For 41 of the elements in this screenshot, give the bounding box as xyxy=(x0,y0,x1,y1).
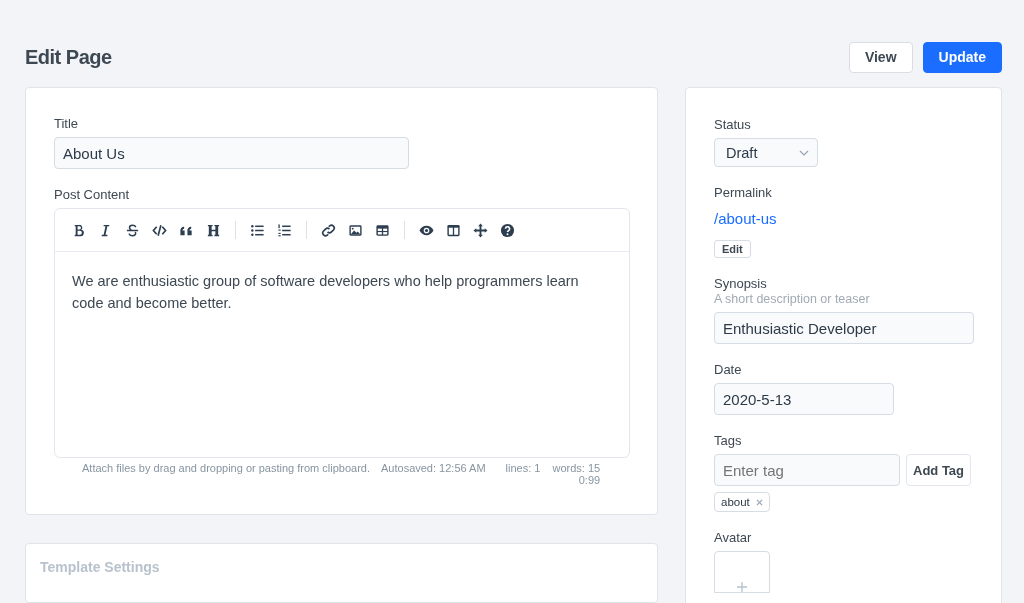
field-label: Tags xyxy=(714,433,742,448)
image-icon[interactable] xyxy=(347,222,364,238)
heading-icon[interactable] xyxy=(205,222,222,238)
section-title: Template Settings xyxy=(40,559,160,575)
bullet-list-icon[interactable] xyxy=(249,222,266,238)
date-field[interactable]: 2020-5-13 xyxy=(714,383,894,415)
field-label: Date xyxy=(714,362,742,377)
field-label: Post Content xyxy=(54,187,131,202)
link-icon[interactable] xyxy=(320,222,337,238)
plus-icon xyxy=(736,582,748,592)
update-button[interactable]: Update xyxy=(922,41,1002,73)
help-icon[interactable] xyxy=(499,222,516,238)
field-hint: A short description or teaser xyxy=(714,292,870,306)
page-title: Edit Page xyxy=(25,45,112,69)
cursor-position: 0:99 xyxy=(578,474,601,486)
field-label: Avatar xyxy=(714,530,752,545)
table-icon[interactable] xyxy=(374,222,391,238)
add-tag-button[interactable]: Add Tag xyxy=(906,454,972,486)
field-label: Title xyxy=(54,116,80,131)
numbered-list-icon[interactable] xyxy=(276,222,293,238)
field-label: Synopsis xyxy=(714,276,767,291)
upload-hint: Attach files by drag and dropping or pasting from clipboard. xyxy=(82,462,370,476)
chevron-down-icon xyxy=(799,149,809,156)
field-label: Status xyxy=(714,117,751,132)
synopsis-field[interactable]: Enthusiastic Developer xyxy=(714,312,974,344)
tag-label: about xyxy=(721,496,750,508)
line-count: lines: 1 xyxy=(505,462,541,476)
status-dropdown[interactable]: Draft xyxy=(714,138,818,167)
edit-button[interactable]: Edit xyxy=(714,240,751,258)
strikethrough-icon[interactable] xyxy=(124,222,141,238)
columns-icon[interactable] xyxy=(445,222,462,238)
word-count: words: 15 xyxy=(552,462,601,474)
tag-field[interactable]: Enter tag xyxy=(714,454,900,486)
view-button[interactable]: View xyxy=(848,41,913,73)
move-icon[interactable] xyxy=(472,222,489,238)
permalink-link[interactable]: /about-us xyxy=(714,210,777,227)
autosave-status: Autosaved: 12:56 AM xyxy=(381,462,486,476)
content-text[interactable]: We are enthusiastic group of software developers who help programmers learn code and become better. xyxy=(72,270,612,314)
field-label: Permalink xyxy=(714,185,772,200)
code-icon[interactable] xyxy=(151,222,168,238)
title-field[interactable]: About Us xyxy=(54,137,409,169)
